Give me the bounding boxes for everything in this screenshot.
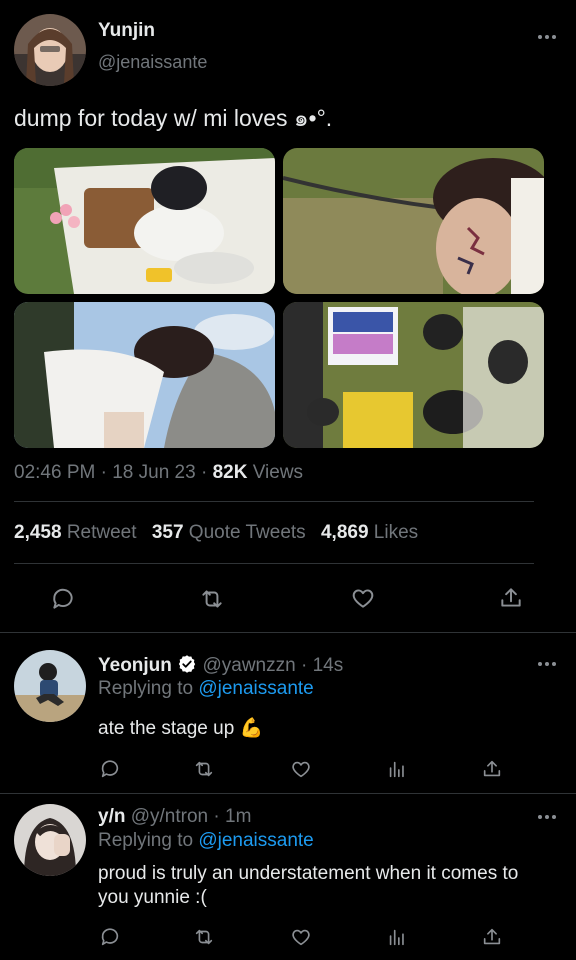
author-avatar[interactable] — [14, 14, 86, 86]
tweet-text: dump for today w/ mi loves ๑•°. — [14, 105, 333, 131]
quotes-count: 357 — [151, 522, 184, 543]
retweets-count: 2,458 — [14, 522, 62, 543]
reply-header: y/n @y/ntron · 1m — [98, 806, 251, 828]
tweet-photo-2[interactable] — [283, 148, 544, 294]
retweet-icon[interactable] — [198, 586, 226, 612]
likes-stat[interactable]: 4,869 Likes — [321, 522, 418, 543]
likes-count: 4,869 — [320, 522, 369, 543]
reply-author-name[interactable]: y/n — [98, 806, 125, 827]
reply-header: Yeonjun @yawnzzn · 14s — [98, 654, 343, 677]
tweet-stats: 2,458 Retweet 357 Quote Tweets 4,869 Lik… — [14, 522, 418, 544]
tweet-photo-3[interactable] — [14, 302, 275, 448]
quotes-stat[interactable]: 357 Quote Tweets — [152, 522, 311, 543]
likes-label: Likes — [373, 522, 419, 543]
author-name[interactable]: Yunjin — [98, 20, 155, 42]
replying-to-line: Replying to @jenaissante — [98, 678, 314, 700]
meta-separator: · — [200, 462, 208, 483]
divider — [14, 501, 534, 502]
reply-text: ate the stage up 💪 — [98, 718, 264, 739]
share-icon[interactable] — [498, 585, 524, 611]
reply-icon[interactable] — [99, 926, 121, 948]
verified-badge-icon — [177, 654, 197, 674]
reply-text: proud is truly an understatement when it… — [98, 863, 519, 908]
like-icon[interactable] — [289, 926, 313, 948]
reply-author-handle[interactable]: @y/ntron — [131, 806, 208, 827]
quotes-label: Quote Tweets — [188, 522, 306, 543]
retweet-icon[interactable] — [192, 758, 216, 780]
divider — [0, 632, 576, 633]
retweet-icon[interactable] — [192, 926, 216, 948]
replying-to-line: Replying to @jenaissante — [98, 830, 314, 852]
like-icon[interactable] — [289, 758, 313, 780]
reply-author-handle[interactable]: @yawnzzn — [202, 655, 295, 676]
author-handle[interactable]: @jenaissante — [98, 52, 207, 73]
share-icon[interactable] — [481, 926, 503, 948]
replying-to-link[interactable]: @jenaissante — [198, 678, 313, 699]
replying-to-link[interactable]: @jenaissante — [198, 830, 313, 851]
replying-to-prefix: Replying to — [98, 678, 194, 699]
share-icon[interactable] — [481, 758, 503, 780]
views-label: Views — [252, 462, 304, 483]
replying-to-prefix: Replying to — [98, 830, 194, 851]
more-options-icon[interactable] — [535, 659, 559, 669]
meta-separator: · — [100, 462, 107, 483]
views-analytics-icon[interactable] — [386, 758, 408, 780]
tweet-photo-4[interactable] — [283, 302, 544, 448]
views-analytics-icon[interactable] — [386, 926, 408, 948]
reply-avatar[interactable] — [14, 650, 86, 722]
tweet-time: 02:46 PM — [14, 462, 96, 483]
more-options-icon[interactable] — [535, 32, 559, 42]
reply-time: 14s — [312, 655, 344, 676]
reply-avatar[interactable] — [14, 804, 86, 876]
divider — [14, 563, 534, 564]
reply-dot: · — [300, 655, 308, 676]
reply-dot: · — [213, 806, 220, 827]
tweet-date: 18 Jun 23 — [112, 462, 196, 483]
reply-icon[interactable] — [50, 586, 76, 612]
retweets-stat[interactable]: 2,458 Retweet — [14, 522, 142, 543]
like-icon[interactable] — [349, 585, 377, 611]
views-count: 82K — [212, 462, 248, 483]
reply-time: 1m — [225, 806, 252, 827]
divider — [0, 793, 576, 794]
reply-author-name[interactable]: Yeonjun — [98, 655, 172, 676]
more-options-icon[interactable] — [535, 812, 559, 822]
reply-icon[interactable] — [99, 758, 121, 780]
tweet-meta: 02:46 PM · 18 Jun 23 · 82K Views — [14, 462, 303, 484]
retweets-label: Retweet — [66, 522, 137, 543]
tweet-photo-1[interactable] — [14, 148, 275, 294]
